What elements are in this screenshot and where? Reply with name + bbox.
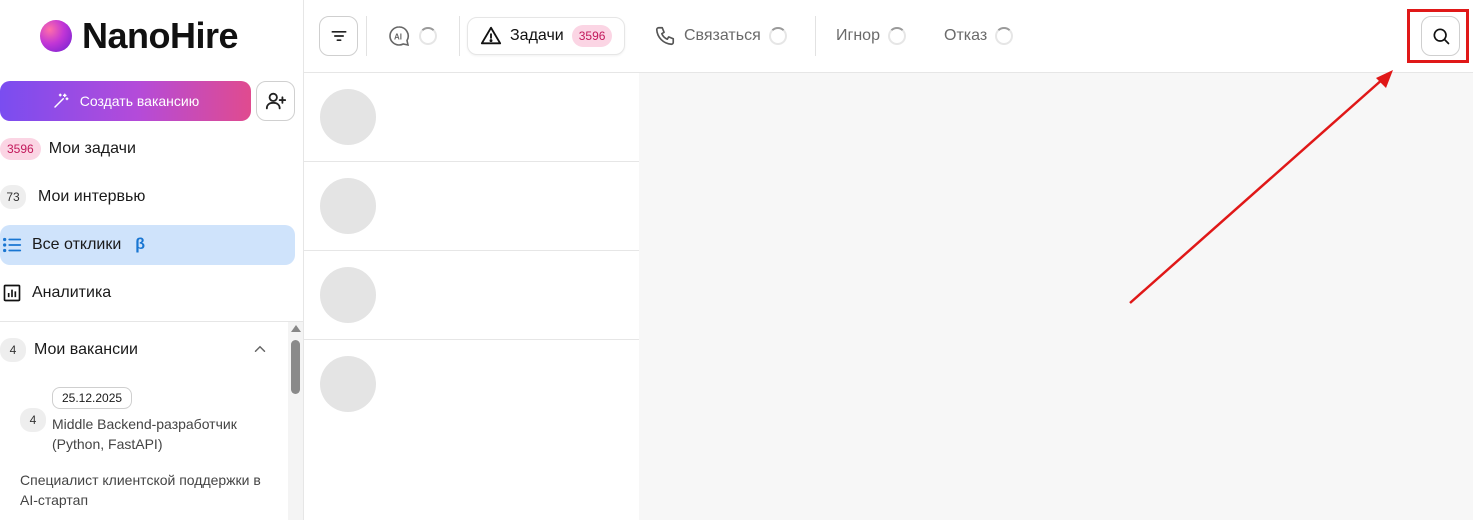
vacancy-responses-count: 4 bbox=[20, 408, 46, 432]
detail-panel bbox=[639, 73, 1473, 520]
magic-wand-icon bbox=[54, 93, 69, 108]
loading-spinner-icon bbox=[887, 27, 906, 45]
loading-spinner-icon bbox=[995, 27, 1014, 45]
create-vacancy-label: Создать вакансию bbox=[79, 93, 200, 109]
loading-spinner-icon bbox=[768, 27, 787, 45]
list-icon bbox=[0, 233, 24, 257]
create-vacancy-button[interactable]: Создать вакансию bbox=[0, 81, 251, 121]
tab-ai[interactable]: AI bbox=[387, 17, 437, 55]
nav-all-responses-label: Все отклики bbox=[32, 236, 122, 253]
chevron-up-icon[interactable] bbox=[251, 340, 269, 358]
sidebar: NanoHire Создать вакансию 3596 Мои задач… bbox=[0, 0, 304, 520]
sidebar-scroll-thumb[interactable] bbox=[291, 340, 300, 394]
nav-my-interviews-label: Мои интервью bbox=[38, 188, 146, 205]
toolbar-separator bbox=[459, 16, 460, 56]
logo[interactable]: NanoHire bbox=[40, 15, 239, 56]
scroll-up-arrow-icon[interactable] bbox=[291, 325, 301, 332]
top-toolbar: AI Задачи 3596 Связаться Игнор Отказ bbox=[304, 0, 1473, 73]
tab-ignore[interactable]: Игнор bbox=[836, 17, 906, 55]
list-item[interactable] bbox=[304, 340, 639, 429]
my-vacancies-header[interactable]: 4 Мои вакансии bbox=[0, 334, 280, 366]
brand-name: NanoHire bbox=[82, 15, 239, 56]
vacancy-item-title[interactable]: Специалист клиентской поддержки в AI-ста… bbox=[20, 470, 280, 510]
search-icon bbox=[1433, 28, 1449, 45]
app-root: NanoHire Создать вакансию 3596 Мои задач… bbox=[0, 0, 1473, 520]
tab-tasks-label: Задачи bbox=[510, 27, 564, 44]
nav-my-interviews[interactable]: 73 Мои интервью bbox=[0, 177, 295, 217]
nav-analytics-label: Аналитика bbox=[32, 284, 112, 301]
svg-text:AI: AI bbox=[394, 33, 402, 42]
beta-badge: β bbox=[135, 236, 146, 253]
tab-contact-label: Связаться bbox=[684, 27, 761, 44]
tab-ignore-label: Игнор bbox=[836, 27, 880, 44]
tasks-count-badge: 3596 bbox=[0, 138, 41, 160]
list-item[interactable] bbox=[304, 251, 639, 340]
toolbar-separator bbox=[815, 16, 816, 56]
filter-icon bbox=[331, 31, 346, 42]
toolbar-separator bbox=[366, 16, 367, 56]
sidebar-divider bbox=[0, 321, 303, 322]
logo-mark-icon bbox=[40, 20, 72, 52]
tab-contact[interactable]: Связаться bbox=[654, 17, 787, 55]
warning-icon bbox=[480, 26, 502, 45]
responses-list bbox=[304, 73, 639, 520]
vacancy-date-badge: 25.12.2025 bbox=[52, 387, 133, 409]
tab-reject-label: Отказ bbox=[944, 27, 988, 44]
add-user-icon bbox=[265, 92, 286, 110]
avatar-placeholder bbox=[320, 178, 376, 234]
tab-tasks[interactable]: Задачи 3596 bbox=[467, 17, 626, 55]
nav-analytics[interactable]: Аналитика bbox=[0, 273, 295, 313]
avatar-placeholder bbox=[320, 89, 376, 145]
add-user-button[interactable] bbox=[256, 81, 295, 121]
loading-spinner-icon bbox=[419, 27, 437, 45]
filter-button[interactable] bbox=[319, 16, 358, 56]
nav-all-responses[interactable]: Все отклики β bbox=[0, 225, 295, 265]
vacancies-count-badge: 4 bbox=[0, 338, 26, 362]
avatar-placeholder bbox=[320, 267, 376, 323]
nav-my-tasks-label: Мои задачи bbox=[48, 140, 136, 157]
ai-chat-icon: AI bbox=[389, 26, 410, 47]
bar-chart-icon bbox=[0, 281, 24, 305]
phone-icon bbox=[655, 26, 675, 46]
search-button[interactable] bbox=[1421, 16, 1460, 56]
tab-reject[interactable]: Отказ bbox=[944, 17, 1014, 55]
my-vacancies-label: Мои вакансии bbox=[34, 341, 138, 358]
vacancy-item-title[interactable]: Middle Backend-разработчик (Python, Fast… bbox=[52, 414, 277, 454]
tab-tasks-badge: 3596 bbox=[571, 25, 613, 47]
list-item[interactable] bbox=[304, 73, 639, 162]
avatar-placeholder bbox=[320, 356, 376, 412]
interviews-count-badge: 73 bbox=[0, 185, 26, 209]
list-item[interactable] bbox=[304, 162, 639, 251]
nav-my-tasks[interactable]: 3596 Мои задачи bbox=[0, 129, 295, 169]
